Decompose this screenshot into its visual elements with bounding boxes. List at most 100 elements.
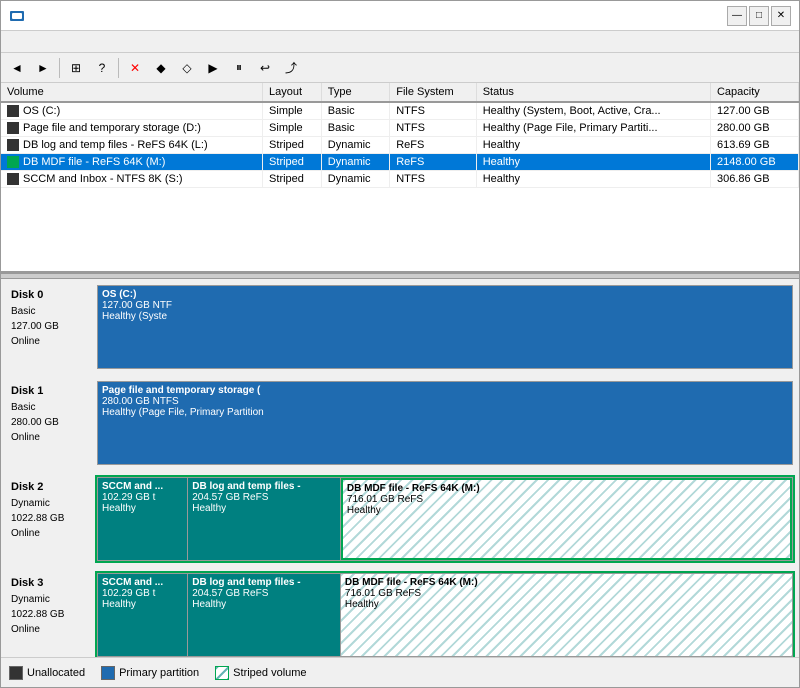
main-window: — □ ✕ ◄ ► ⊞ ? ✕ ◆ ◇ ▶ ⏸ ↩ ⤴ Vo: [0, 0, 800, 688]
volume-icon: [7, 156, 19, 168]
partition-size: 127.00 GB NTF: [102, 300, 788, 311]
disk-partition[interactable]: SCCM and ... 102.29 GB t Healthy: [98, 574, 188, 656]
legend-primary-label: Primary partition: [119, 667, 199, 679]
minimize-button[interactable]: —: [727, 6, 747, 26]
maximize-button[interactable]: □: [749, 6, 769, 26]
legend-unallocated-label: Unallocated: [27, 667, 85, 679]
partition-name: DB MDF file - ReFS 64K (M:): [347, 483, 786, 494]
disk-partition[interactable]: DB MDF file - ReFS 64K (M:) 716.01 GB Re…: [341, 574, 792, 656]
disk-partition[interactable]: DB MDF file - ReFS 64K (M:) 716.01 GB Re…: [341, 478, 792, 560]
window-controls: — □ ✕: [727, 6, 791, 26]
close-button[interactable]: ✕: [771, 6, 791, 26]
col-capacity[interactable]: Capacity: [710, 83, 798, 102]
partition-name: Page file and temporary storage (: [102, 385, 788, 396]
partition-status: Healthy: [192, 503, 336, 514]
col-filesystem[interactable]: File System: [390, 83, 476, 102]
disk-partition[interactable]: DB log and temp files - 204.57 GB ReFS H…: [188, 478, 341, 560]
redo-button[interactable]: ⤴: [279, 56, 303, 80]
cell-layout: Simple: [263, 102, 322, 120]
partition-name: DB log and temp files -: [192, 481, 336, 492]
cell-layout: Simple: [263, 120, 322, 137]
cell-type: Dynamic: [321, 154, 389, 171]
disk-label: Disk 0Basic127.00 GBOnline: [5, 283, 95, 371]
partition-name: SCCM and ...: [102, 481, 183, 492]
cell-layout: Striped: [263, 137, 322, 154]
disk-partitions: SCCM and ... 102.29 GB t Healthy DB log …: [97, 573, 793, 657]
cell-filesystem: NTFS: [390, 102, 476, 120]
table-row[interactable]: OS (C:) Simple Basic NTFS Healthy (Syste…: [1, 102, 799, 120]
cell-status: Healthy (System, Boot, Active, Cra...: [476, 102, 710, 120]
disk-partition[interactable]: DB log and temp files - 204.57 GB ReFS H…: [188, 574, 341, 656]
app-icon: [9, 8, 25, 24]
volume-icon: [7, 173, 19, 185]
forward-button[interactable]: ►: [31, 56, 55, 80]
undo-button[interactable]: ↩: [253, 56, 277, 80]
legend-primary: Primary partition: [101, 666, 199, 680]
back-button[interactable]: ◄: [5, 56, 29, 80]
menu-view[interactable]: [37, 40, 53, 44]
pause-button[interactable]: ⏸: [227, 56, 251, 80]
col-type[interactable]: Type: [321, 83, 389, 102]
play-button[interactable]: ▶: [201, 56, 225, 80]
menu-help[interactable]: [53, 40, 69, 44]
legend-unallocated: Unallocated: [9, 666, 85, 680]
disk-partitions: SCCM and ... 102.29 GB t Healthy DB log …: [97, 477, 793, 561]
col-volume[interactable]: Volume: [1, 83, 263, 102]
main-content: Volume Layout Type File System Status Ca…: [1, 83, 799, 687]
show-button[interactable]: ⊞: [64, 56, 88, 80]
disk-label: Disk 3Dynamic1022.88 GBOnline: [5, 571, 95, 657]
table-row[interactable]: DB MDF file - ReFS 64K (M:) Striped Dyna…: [1, 154, 799, 171]
volume-icon: [7, 139, 19, 151]
disk-visual-area[interactable]: Disk 0Basic127.00 GBOnline OS (C:) 127.0…: [1, 279, 799, 657]
partition-name: DB MDF file - ReFS 64K (M:): [345, 577, 788, 588]
cell-status: Healthy: [476, 154, 710, 171]
cell-capacity: 2148.00 GB: [710, 154, 798, 171]
cell-status: Healthy (Page File, Primary Partiti...: [476, 120, 710, 137]
toolbar: ◄ ► ⊞ ? ✕ ◆ ◇ ▶ ⏸ ↩ ⤴: [1, 53, 799, 83]
cell-volume: SCCM and Inbox - NTFS 8K (S:): [1, 171, 263, 188]
table-row[interactable]: Page file and temporary storage (D:) Sim…: [1, 120, 799, 137]
col-layout[interactable]: Layout: [263, 83, 322, 102]
partition-name: DB log and temp files -: [192, 577, 336, 588]
partition-size: 102.29 GB t: [102, 492, 183, 503]
disk-partition[interactable]: OS (C:) 127.00 GB NTF Healthy (Syste: [98, 286, 792, 368]
disk-partition[interactable]: SCCM and ... 102.29 GB t Healthy: [98, 478, 188, 560]
cell-capacity: 127.00 GB: [710, 102, 798, 120]
help-button[interactable]: ?: [90, 56, 114, 80]
partition-name: SCCM and ...: [102, 577, 183, 588]
cell-status: Healthy: [476, 137, 710, 154]
legend: Unallocated Primary partition Striped vo…: [1, 657, 799, 687]
partition-status: Healthy (Page File, Primary Partition: [102, 407, 788, 418]
cell-volume: DB log and temp files - ReFS 64K (L:): [1, 137, 263, 154]
legend-primary-box: [101, 666, 115, 680]
cell-capacity: 306.86 GB: [710, 171, 798, 188]
volume-table-area[interactable]: Volume Layout Type File System Status Ca…: [1, 83, 799, 273]
new-button[interactable]: ◆: [149, 56, 173, 80]
partition-size: 204.57 GB ReFS: [192, 492, 336, 503]
table-row[interactable]: SCCM and Inbox - NTFS 8K (S:) Striped Dy…: [1, 171, 799, 188]
col-status[interactable]: Status: [476, 83, 710, 102]
table-row[interactable]: DB log and temp files - ReFS 64K (L:) St…: [1, 137, 799, 154]
format-button[interactable]: ◇: [175, 56, 199, 80]
partition-status: Healthy (Syste: [102, 311, 788, 322]
disk-label: Disk 1Basic280.00 GBOnline: [5, 379, 95, 467]
partition-status: Healthy: [102, 599, 183, 610]
cell-type: Basic: [321, 102, 389, 120]
delete-button[interactable]: ✕: [123, 56, 147, 80]
cell-type: Dynamic: [321, 171, 389, 188]
disk-partitions-outer: Page file and temporary storage ( 280.00…: [95, 379, 795, 467]
cell-capacity: 280.00 GB: [710, 120, 798, 137]
cell-status: Healthy: [476, 171, 710, 188]
disk-partitions-outer: SCCM and ... 102.29 GB t Healthy DB log …: [95, 571, 795, 657]
disk-partitions: OS (C:) 127.00 GB NTF Healthy (Syste: [97, 285, 793, 369]
partition-name: OS (C:): [102, 289, 788, 300]
partition-status: Healthy: [192, 599, 336, 610]
disk-partition[interactable]: Page file and temporary storage ( 280.00…: [98, 382, 792, 464]
cell-filesystem: ReFS: [390, 137, 476, 154]
menu-file[interactable]: [5, 40, 21, 44]
title-bar: — □ ✕: [1, 1, 799, 31]
menu-action[interactable]: [21, 40, 37, 44]
partition-status: Healthy: [345, 599, 788, 610]
volume-icon: [7, 122, 19, 134]
cell-volume: DB MDF file - ReFS 64K (M:): [1, 154, 263, 171]
